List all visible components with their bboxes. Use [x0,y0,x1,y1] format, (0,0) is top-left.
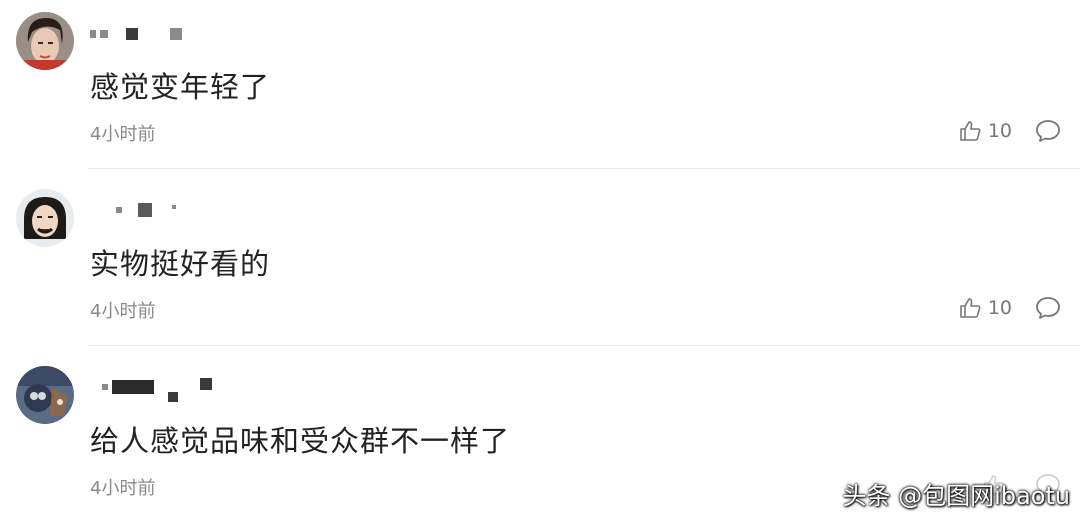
like-count: 10 [987,297,1012,319]
comment-text: 实物挺好看的 [90,247,271,281]
username-redacted[interactable] [90,197,290,225]
like-button[interactable]: 10 [958,295,1012,321]
like-button[interactable]: 10 [958,118,1012,144]
watermark: 头条 @包图网ibaotu [842,482,1070,510]
username-redacted[interactable] [90,374,290,402]
thumbs-up-icon [960,121,981,141]
avatar[interactable] [16,12,74,70]
avatar[interactable] [16,366,74,424]
comment-text: 感觉变年轻了 [90,70,271,104]
thumbs-up-icon [960,298,981,318]
comment-bubble-icon[interactable] [1035,118,1061,144]
comment-time: 4小时前 [90,478,156,499]
comment-text: 给人感觉品味和受众群不一样了 [90,424,511,458]
username-redacted[interactable] [90,20,290,48]
like-count: 10 [987,120,1012,142]
comment-bubble-icon[interactable] [1035,295,1061,321]
comment-item: 实物挺好看的 4小时前 10 [0,177,1080,353]
comment-time: 4小时前 [90,124,156,145]
divider [88,168,1080,169]
comment-item: 感觉变年轻了 4小时前 10 [0,0,1080,176]
comment-time: 4小时前 [90,301,156,322]
avatar[interactable] [16,189,74,247]
divider [88,345,1080,346]
